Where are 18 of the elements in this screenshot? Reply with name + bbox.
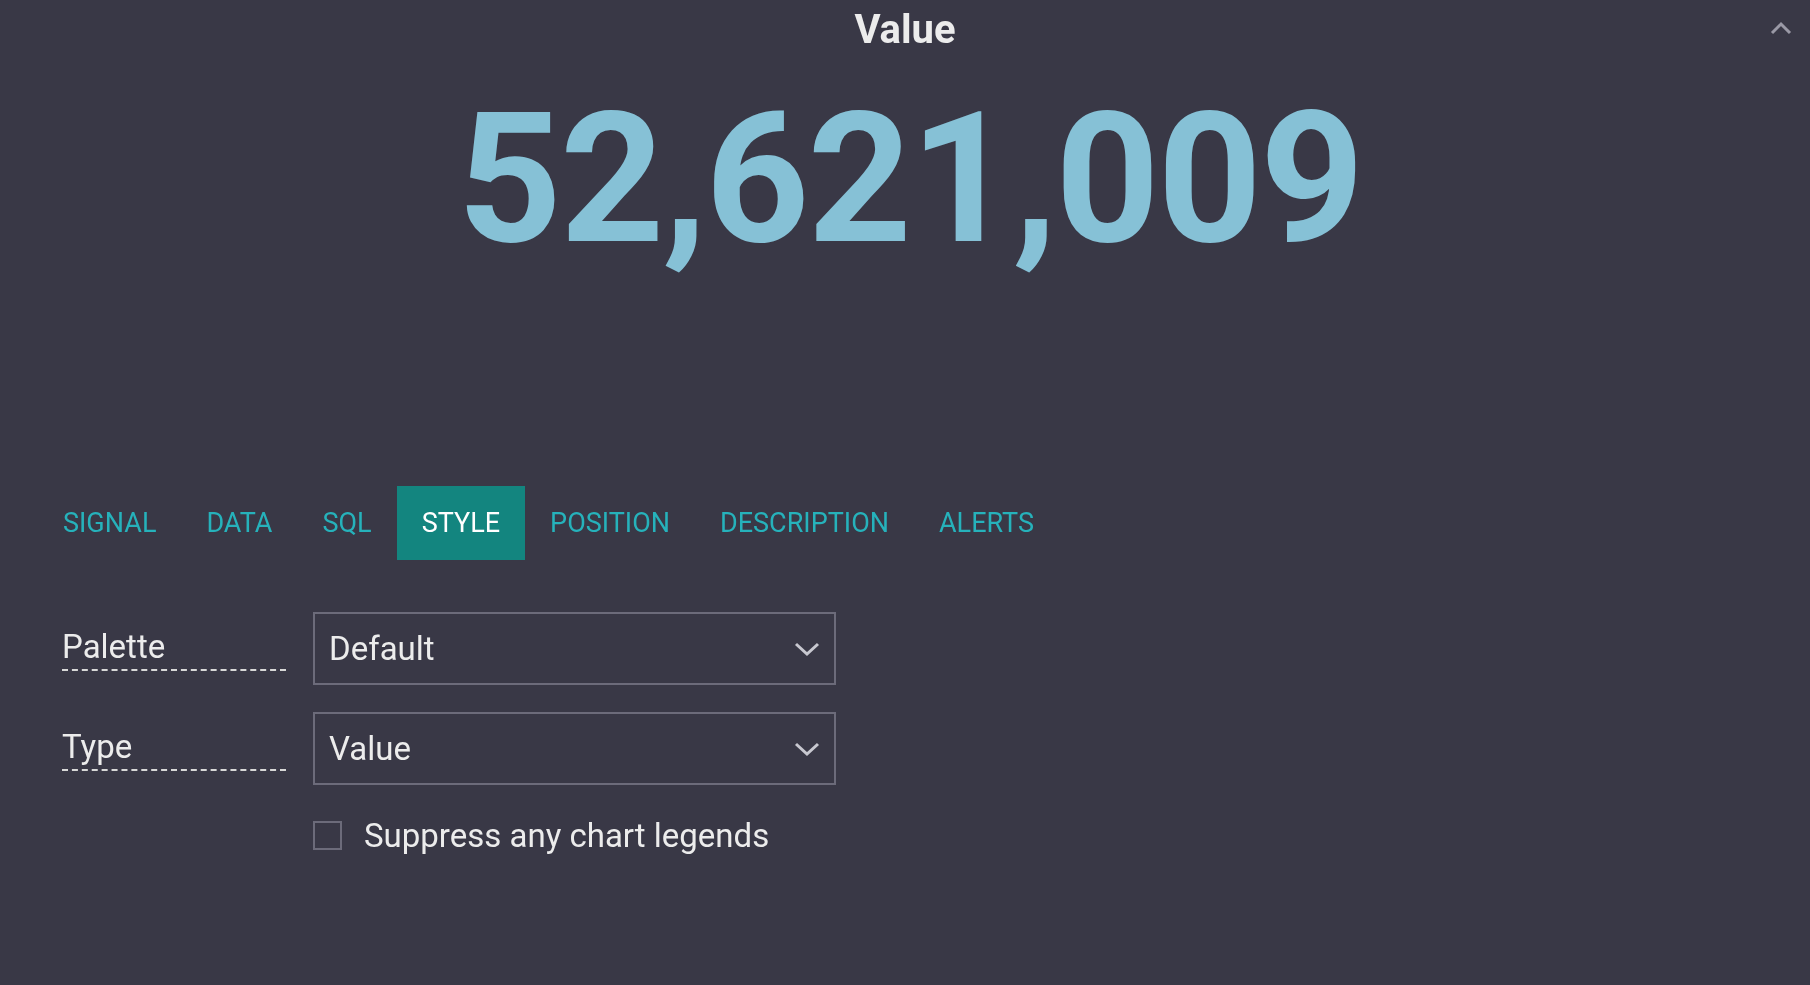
chevron-down-icon <box>794 740 820 757</box>
checkbox[interactable] <box>313 821 342 851</box>
panel-title: Value <box>854 6 956 54</box>
chevron-down-icon <box>794 640 820 657</box>
field-label: Palette <box>62 626 286 671</box>
field-label: Type <box>62 726 286 771</box>
chevron-up-icon[interactable] <box>1770 21 1792 35</box>
tab[interactable]: DATA <box>181 486 298 560</box>
checkbox-label: Suppress any chart legends <box>364 815 770 857</box>
select-field[interactable]: Default <box>313 612 836 685</box>
metric-value: 52,621,009 <box>457 84 1363 274</box>
tab[interactable]: STYLE <box>396 486 526 560</box>
tab[interactable]: SQL <box>297 486 397 560</box>
tab[interactable]: SIGNAL <box>38 486 182 560</box>
tab[interactable]: DESCRIPTION <box>695 486 914 560</box>
tab[interactable]: POSITION <box>525 486 695 560</box>
tab[interactable]: ALERTS <box>914 486 1059 560</box>
select-field[interactable]: Value <box>313 712 836 785</box>
